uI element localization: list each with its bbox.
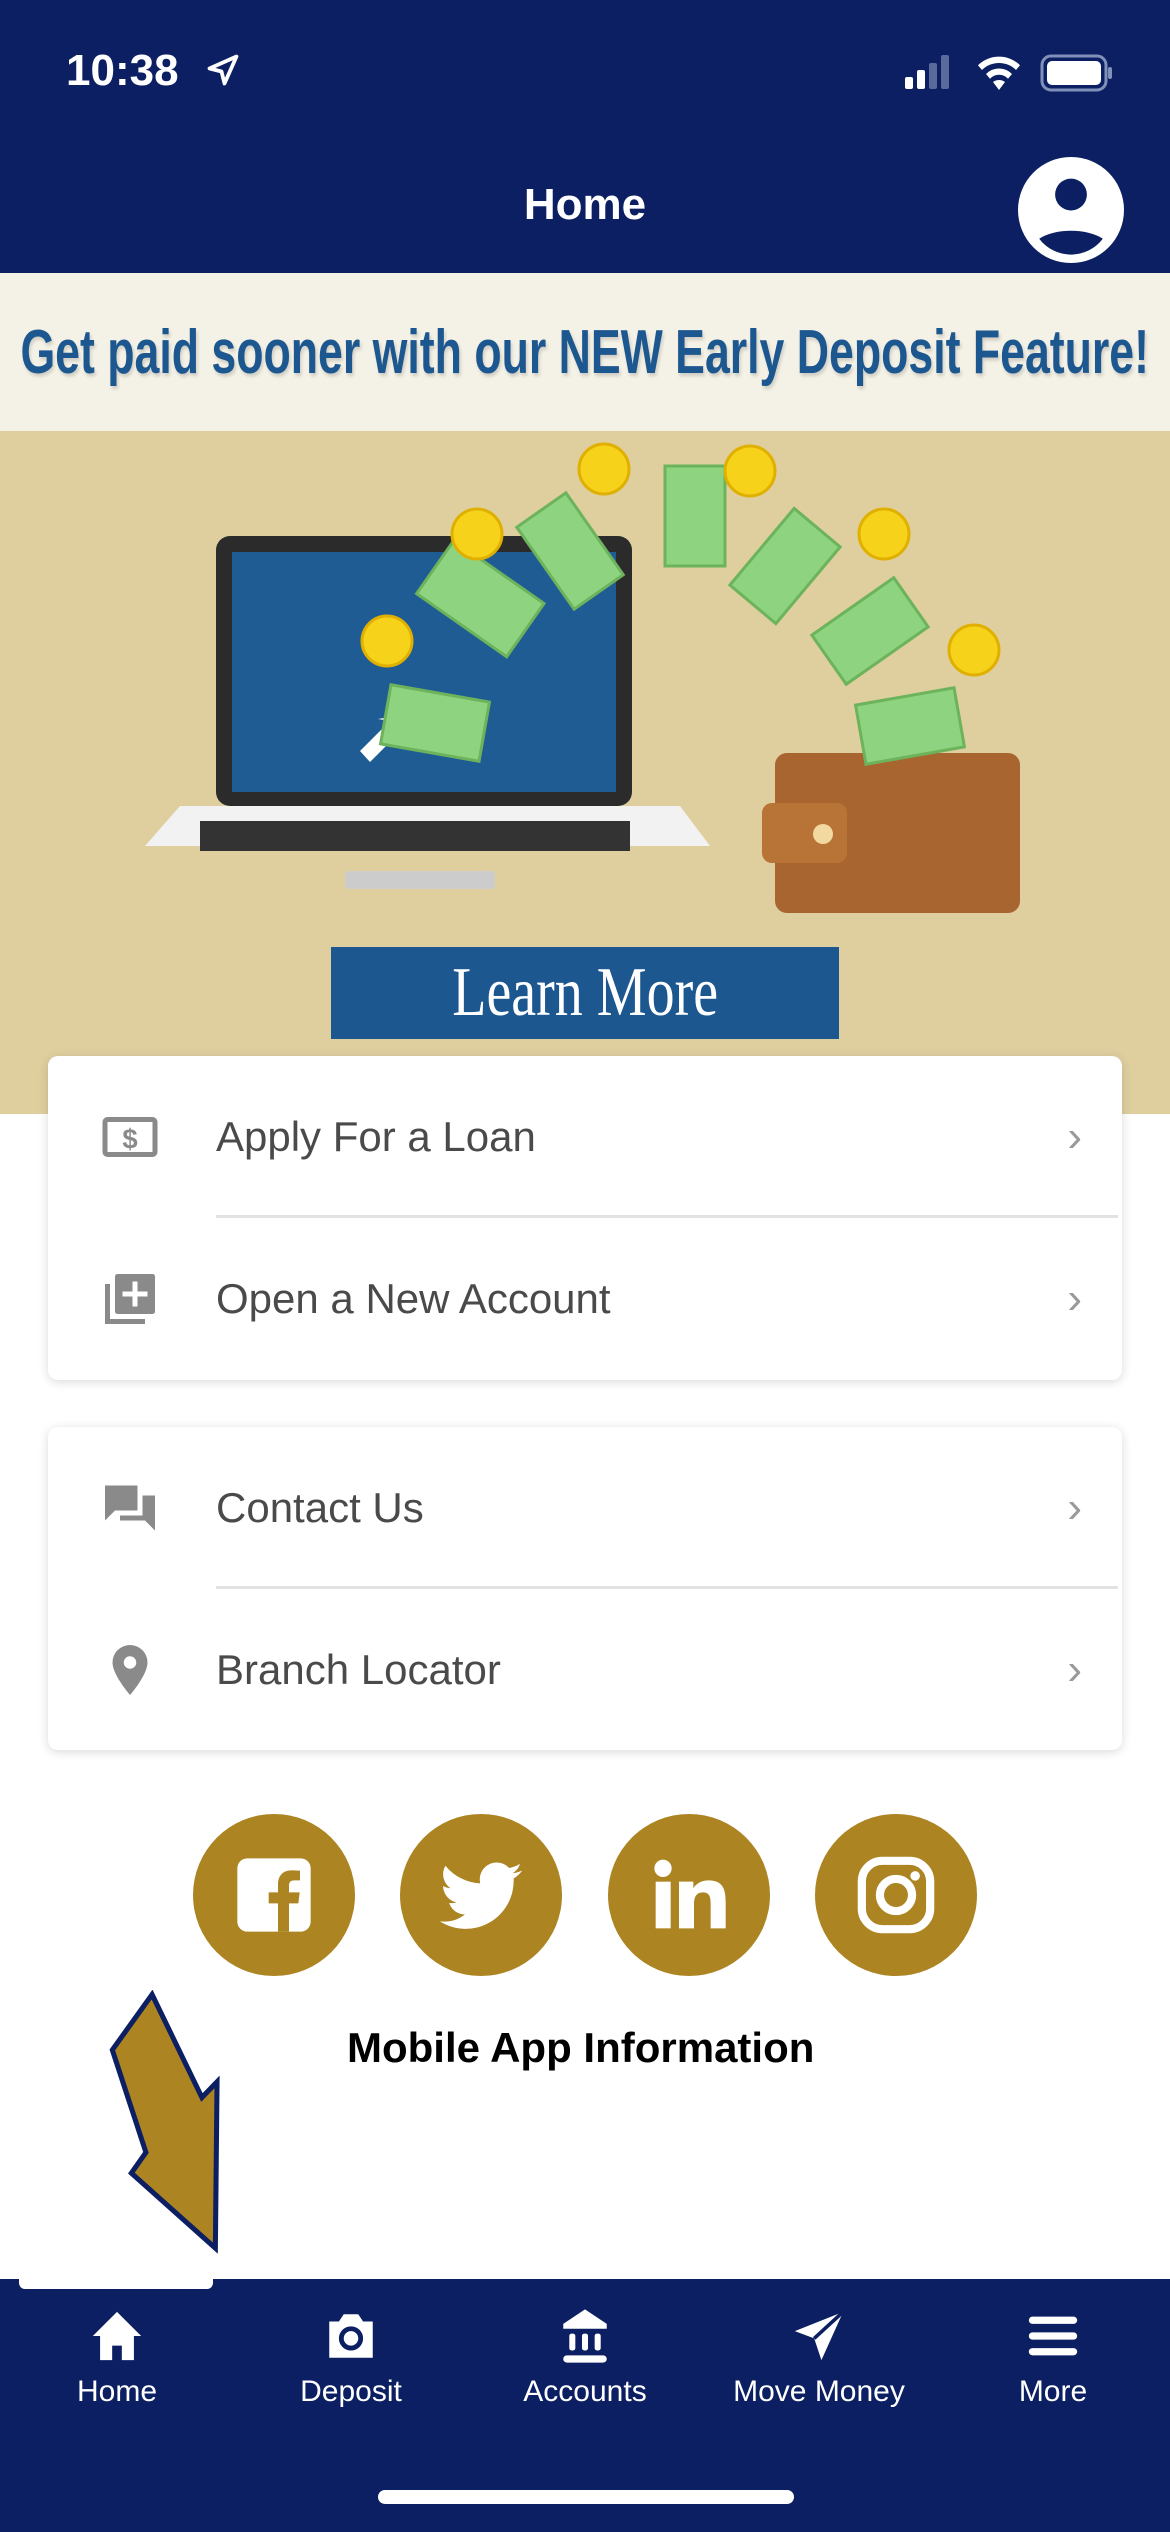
linkedin-button[interactable] — [608, 1814, 770, 1976]
branch-locator-row[interactable]: Branch Locator › — [48, 1589, 1122, 1750]
home-icon — [92, 2311, 142, 2361]
tab-move-money-label: Move Money — [733, 2375, 905, 2408]
branch-locator-label: Branch Locator — [216, 1645, 501, 1693]
promo-illustration[interactable]: Learn More — [0, 431, 1170, 1114]
learn-more-label: Learn More — [452, 954, 718, 1031]
svg-text:$: $ — [122, 1123, 137, 1154]
chevron-right-icon: › — [1067, 1482, 1082, 1532]
apply-loan-label: Apply For a Loan — [216, 1112, 536, 1160]
status-time: 10:38 — [66, 46, 179, 95]
arrow-pointer-icon — [109, 1990, 220, 2254]
facebook-button[interactable] — [193, 1814, 355, 1976]
chevron-right-icon: › — [1067, 1644, 1082, 1694]
battery-icon — [1040, 54, 1112, 92]
wifi-icon — [978, 56, 1020, 90]
apply-loan-row[interactable]: $ Apply For a Loan › — [48, 1056, 1122, 1217]
home-indicator[interactable] — [378, 2490, 794, 2504]
open-account-row[interactable]: Open a New Account › — [48, 1218, 1122, 1379]
tab-move-money[interactable]: Move Money — [702, 2279, 936, 2439]
contact-card: Contact Us › Branch Locator › — [48, 1427, 1122, 1750]
facebook-icon — [237, 1858, 311, 1932]
location-pin-icon — [112, 1644, 148, 1695]
signal-icon — [905, 55, 949, 89]
twitter-icon — [439, 1862, 523, 1929]
instagram-icon — [857, 1856, 935, 1934]
hamburger-menu-icon — [1028, 2316, 1078, 2356]
add-account-icon — [105, 1273, 155, 1324]
page-title: Home — [523, 180, 647, 229]
paper-plane-icon — [794, 2310, 845, 2361]
loan-dollar-icon: $ — [102, 1116, 158, 1157]
tab-more-label: More — [1018, 2375, 1088, 2408]
tab-accounts[interactable]: Accounts — [468, 2279, 702, 2439]
contact-us-row[interactable]: Contact Us › — [48, 1427, 1122, 1588]
open-account-label: Open a New Account — [216, 1274, 611, 1322]
app-header: 10:38 Home — [0, 0, 1170, 273]
mobile-app-information-link[interactable]: Mobile App Information — [347, 2024, 814, 2072]
tab-deposit-label: Deposit — [300, 2375, 402, 2408]
chevron-right-icon: › — [1067, 1273, 1082, 1323]
linkedin-icon — [654, 1859, 726, 1929]
twitter-button[interactable] — [400, 1814, 562, 1976]
tab-deposit[interactable]: Deposit — [234, 2279, 468, 2439]
tab-accounts-label: Accounts — [523, 2375, 647, 2408]
learn-more-button[interactable]: Learn More — [331, 947, 839, 1039]
chevron-right-icon: › — [1067, 1111, 1082, 1161]
tab-home-label: Home — [76, 2375, 158, 2408]
bank-icon — [563, 2309, 607, 2363]
tab-more[interactable]: More — [936, 2279, 1170, 2439]
contact-us-label: Contact Us — [216, 1483, 424, 1531]
promo-headline-banner[interactable]: Get paid sooner with our NEW Early Depos… — [0, 273, 1170, 431]
tab-home[interactable]: Home — [0, 2279, 234, 2439]
instagram-button[interactable] — [815, 1814, 977, 1976]
services-card: $ Apply For a Loan › Open a New Account … — [48, 1056, 1122, 1380]
chat-icon — [105, 1485, 155, 1530]
location-arrow-icon — [207, 54, 239, 86]
profile-button[interactable] — [1018, 157, 1124, 263]
camera-icon — [329, 2314, 373, 2358]
promo-headline: Get paid sooner with our NEW Early Depos… — [20, 317, 1150, 387]
